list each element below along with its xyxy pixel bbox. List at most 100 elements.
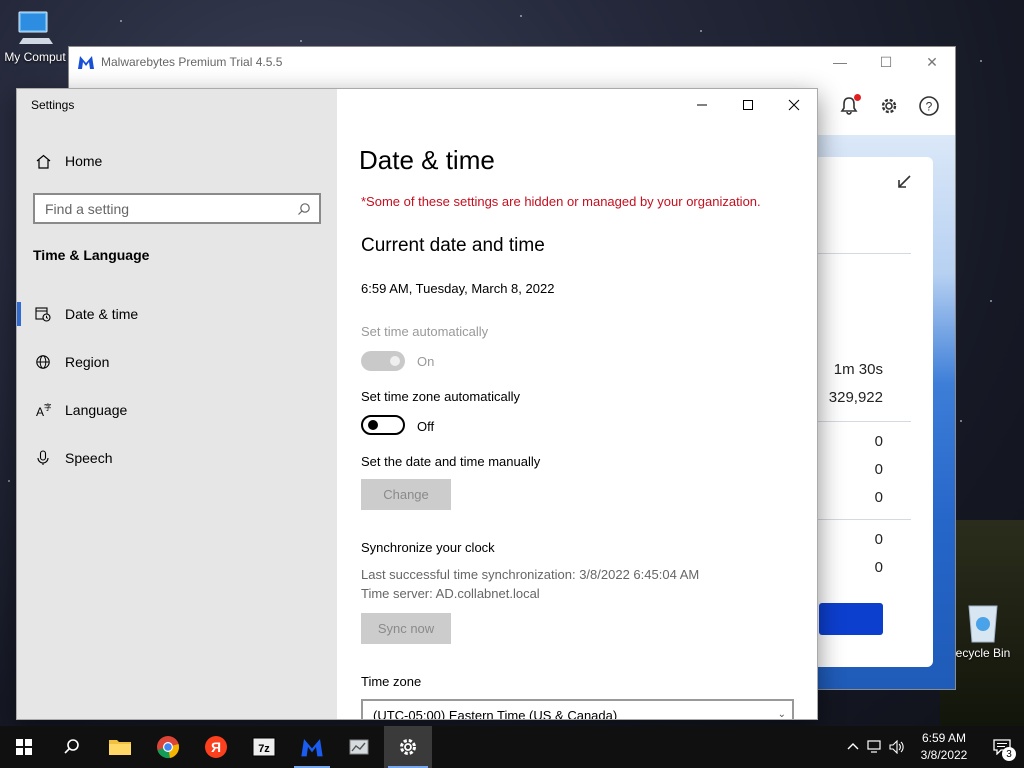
chevron-down-icon: ⌄ [777,709,786,720]
toggle-knob [390,356,400,366]
stat-value: 0 [874,559,883,576]
sidebar-item-label: Date & time [65,306,139,322]
maximize-button[interactable]: ☐ [863,47,909,77]
gear-icon [881,98,897,114]
window-title: Settings [31,98,75,112]
notifications-button[interactable] [837,94,861,118]
malwarebytes-logo-icon [78,56,94,69]
network-icon[interactable] [864,726,886,768]
yandex-letter: Я [211,739,221,755]
notification-count-badge: 3 [1002,747,1016,761]
svg-text:字: 字 [44,402,51,412]
time-zone-value: (UTC-05:00) Eastern Time (US & Canada) [373,708,618,720]
sidebar-item-label: Region [65,354,110,370]
search-icon [64,739,79,754]
section-heading: Time & Language [33,247,150,263]
taskbar-chrome[interactable] [144,726,192,768]
taskbar-file-explorer[interactable] [96,726,144,768]
taskbar-settings[interactable] [384,726,432,768]
system-tray: 6:59 AM 3/8/2022 3 [842,726,1024,768]
desktop-icon-label: ecycle Bin [955,646,1011,660]
malwarebytes-icon [301,739,323,757]
collapse-arrow-icon[interactable] [895,173,913,191]
search-icon[interactable] [297,202,311,216]
7zip-label: 7z [258,743,270,755]
settings-button[interactable] [877,94,901,118]
set-time-auto-toggle[interactable] [361,351,405,371]
set-tz-auto-state: Off [417,419,435,434]
home-icon [35,153,51,169]
maximize-icon [743,100,753,110]
start-button[interactable] [0,726,48,768]
notification-dot [854,94,861,101]
svg-text:?: ? [926,100,933,114]
window-controls [679,89,817,121]
chrome-icon [157,736,179,759]
clock-time: 6:59 AM [921,731,967,745]
primary-action-button[interactable] [819,603,883,635]
set-time-auto-state: On [417,354,435,369]
sidebar-item-region[interactable]: Region [17,344,337,380]
time-zone-select[interactable]: (UTC-05:00) Eastern Time (US & Canada) ⌄ [361,699,794,720]
manual-date-time-label: Set the date and time manually [361,454,541,469]
nav-home-label: Home [65,153,103,169]
close-icon [788,99,800,111]
gear-icon [400,739,416,755]
desktop-icon-my-computer[interactable]: My Comput [0,8,70,64]
sync-now-button[interactable]: Sync now [361,613,451,644]
sidebar-item-label: Speech [65,450,113,466]
change-button[interactable]: Change [361,479,451,510]
search-input[interactable] [45,200,297,217]
chevron-up-icon[interactable] [842,726,864,768]
maximize-button[interactable] [725,89,771,121]
computer-icon [18,11,53,44]
settings-content: Date & time *Some of these settings are … [337,89,817,719]
minimize-button[interactable] [679,89,725,121]
recycle-bin-icon [968,605,998,643]
sidebar-item-speech[interactable]: Speech [17,440,337,476]
action-center-button[interactable]: 3 [980,726,1024,768]
stat-value: 0 [874,461,883,478]
set-time-auto-label: Set time automatically [361,324,489,339]
close-button[interactable]: ✕ [909,47,955,77]
stat-value: 0 [874,531,883,548]
help-icon: ? [919,96,939,116]
language-icon: A字 [35,402,51,418]
minimize-icon [697,104,707,106]
stat-value: 0 [874,489,883,506]
settings-window: Settings Home Time & Language Date & tim… [16,88,818,720]
volume-icon[interactable] [886,726,908,768]
windows-logo-icon [16,739,32,755]
sidebar-item-label: Language [65,402,128,418]
malwarebytes-title: Malwarebytes Premium Trial 4.5.5 [101,55,283,69]
folder-icon [109,740,131,755]
taskbar-yandex-browser[interactable]: Я [192,726,240,768]
items-scanned-value: 329,922 [828,389,883,406]
time-server-text: Time server: AD.collabnet.local [361,586,540,601]
managed-warning: *Some of these settings are hidden or ma… [361,194,761,209]
scan-time-value: 1m 30s [833,361,883,378]
server-manager-icon [349,739,369,755]
microphone-icon [35,450,51,466]
taskbar-7zip[interactable]: 7z [240,726,288,768]
current-date-time-value: 6:59 AM, Tuesday, March 8, 2022 [361,281,555,296]
calendar-clock-icon [35,306,51,322]
set-tz-auto-label: Set time zone automatically [361,389,520,404]
yandex-icon: Я [205,736,227,758]
taskbar-malwarebytes[interactable] [288,726,336,768]
malwarebytes-titlebar: Malwarebytes Premium Trial 4.5.5 — ☐ ✕ [69,47,955,77]
7zip-icon: 7z [252,737,276,757]
clock[interactable]: 6:59 AM 3/8/2022 [908,730,980,764]
sync-heading: Synchronize your clock [361,540,495,555]
taskbar-search-button[interactable] [48,726,96,768]
sidebar-item-language[interactable]: A字 Language [17,392,337,428]
search-box[interactable] [33,193,321,224]
minimize-button[interactable]: — [817,47,863,77]
taskbar-server-manager[interactable] [336,726,384,768]
nav-home[interactable]: Home [35,153,102,169]
close-button[interactable] [771,89,817,121]
help-button[interactable]: ? [917,94,941,118]
sidebar-item-date-time[interactable]: Date & time [17,296,337,332]
set-tz-auto-toggle[interactable] [361,415,405,435]
current-date-time-heading: Current date and time [361,235,545,256]
